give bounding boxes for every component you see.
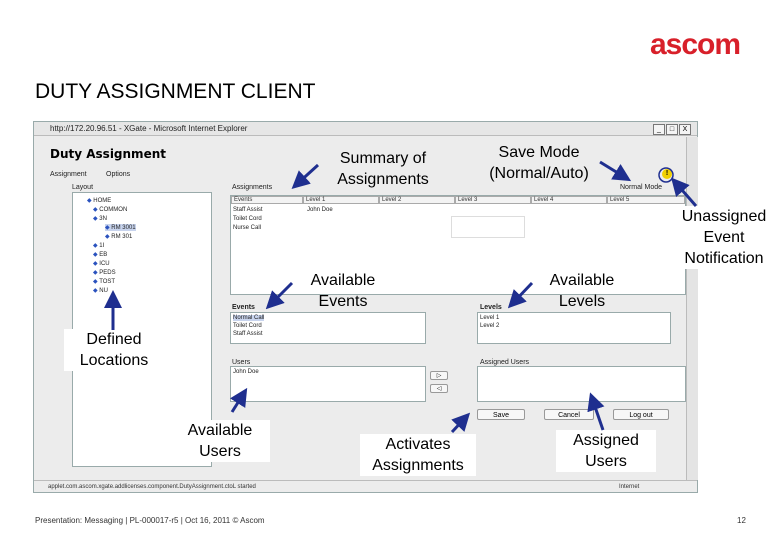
- arrow-available-levels: [507, 281, 534, 309]
- callout-arrows: [104, 160, 698, 434]
- notification-highlight: [658, 167, 674, 183]
- arrow-save-mode: [599, 160, 632, 182]
- arrow-summary: [291, 163, 320, 190]
- arrow-available-users: [229, 387, 248, 413]
- arrow-assigned-users: [587, 392, 605, 431]
- arrow-available-events: [265, 281, 294, 310]
- arrow-activates: [450, 412, 471, 434]
- arrow-unassigned: [671, 177, 698, 207]
- page-number: 12: [737, 516, 746, 525]
- slide-footer: Presentation: Messaging | PL-000017-r5 |…: [35, 516, 265, 525]
